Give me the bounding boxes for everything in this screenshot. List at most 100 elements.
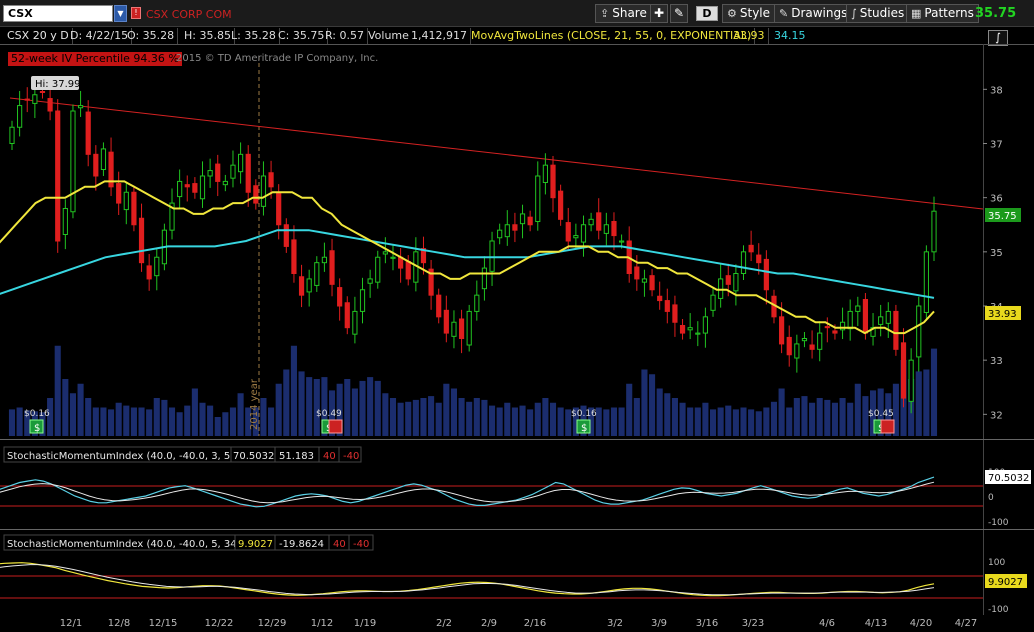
- volume-bar: [527, 409, 534, 436]
- candle: [855, 305, 861, 312]
- smi2-header: StochasticMomentumIndex (40.0, -40.0, 5,…: [3, 534, 374, 551]
- smi1-axis-zero: 0: [988, 493, 994, 503]
- volume-bar: [847, 402, 854, 436]
- candle: [199, 175, 206, 200]
- volume-bar: [138, 407, 145, 436]
- candle: [207, 170, 213, 177]
- smi1-line-b: [0, 481, 935, 504]
- volume-bar: [504, 402, 511, 436]
- candle: [786, 336, 792, 356]
- smi2-line-a: [0, 562, 935, 597]
- year-label: 2014 year: [249, 378, 260, 430]
- volume-bar: [351, 388, 358, 436]
- candle: [931, 210, 937, 253]
- candle: [847, 310, 853, 330]
- candle: [382, 251, 388, 255]
- volume-bar: [146, 409, 153, 436]
- volume-bar: [397, 402, 404, 436]
- candle: [375, 256, 381, 283]
- volume-bar: [709, 409, 717, 436]
- smi2-value-b: -19.8624: [279, 539, 324, 550]
- smi2-line-b: [0, 564, 935, 596]
- price-chart[interactable]: 2014 year Hi: 37.99 $0.16$$0.49$$0.16$$0…: [0, 0, 1034, 632]
- candle: [32, 94, 38, 104]
- volume-bar: [115, 402, 122, 436]
- smi1-title: StochasticMomentumIndex (40.0, -40.0, 3,…: [7, 451, 234, 462]
- volume-bar: [237, 393, 244, 436]
- volume-bar: [313, 379, 320, 436]
- earnings-icon[interactable]: [880, 419, 895, 434]
- volume-bar: [755, 411, 762, 436]
- volume-bar: [664, 393, 671, 436]
- volume-bar: [222, 412, 229, 436]
- candle: [618, 240, 625, 243]
- candle: [131, 191, 137, 226]
- smi1-line-a: [0, 476, 935, 508]
- candle: [634, 266, 640, 280]
- volume-bar: [748, 409, 755, 436]
- candle: [603, 224, 609, 234]
- candle: [291, 239, 297, 275]
- candle: [801, 338, 808, 342]
- volume-bar: [108, 409, 115, 436]
- volume-bar: [8, 409, 16, 436]
- candle: [489, 240, 495, 272]
- volume-bar: [702, 402, 709, 436]
- smi1-marker-text: 70.5032: [988, 473, 1029, 484]
- volume-bar: [725, 405, 732, 436]
- candle: [306, 278, 312, 293]
- smi1-header: StochasticMomentumIndex (40.0, -40.0, 3,…: [3, 446, 362, 463]
- volume-bar: [153, 398, 160, 436]
- smi2-axis-top: 100: [988, 558, 1005, 568]
- volume-bar: [344, 379, 351, 436]
- earnings-icon[interactable]: [328, 419, 343, 434]
- volume-bar: [458, 398, 465, 436]
- candle: [47, 98, 53, 112]
- volume-bar: [679, 402, 686, 436]
- smi2-axis-bottom: -100: [988, 605, 1009, 615]
- candle: [519, 213, 526, 225]
- date-tick-label: 2/2: [436, 618, 452, 629]
- volume-bar: [229, 407, 237, 436]
- date-tick-label: 4/13: [865, 618, 887, 629]
- candle: [763, 258, 769, 291]
- volume-bar: [473, 398, 480, 436]
- copyright-text: 2015 © TD Ameritrade IP Company, Inc.: [176, 53, 379, 64]
- candle: [314, 262, 320, 286]
- candle: [649, 275, 655, 291]
- candle: [710, 294, 716, 311]
- volume-bar: [930, 348, 938, 436]
- iv-percentile-badge: 52-week IV Percentile 94.36 %: [8, 52, 182, 66]
- candle: [558, 190, 564, 220]
- dollar-icon: $: [581, 423, 587, 434]
- volume-bar: [161, 399, 168, 436]
- candle: [481, 267, 488, 290]
- candle: [100, 148, 107, 171]
- candle: [718, 278, 724, 299]
- volume-bar: [633, 398, 640, 436]
- dividend-label: $0.16: [571, 409, 597, 419]
- candle: [672, 304, 678, 323]
- volume-bar: [275, 383, 282, 436]
- volume-bar: [54, 345, 61, 436]
- volume-bar: [412, 399, 419, 436]
- candle: [893, 310, 899, 350]
- candle: [9, 126, 15, 144]
- candle: [794, 343, 800, 359]
- candle: [817, 332, 823, 350]
- volume-bar: [184, 405, 191, 436]
- trendline[interactable]: [9, 97, 984, 210]
- volume-bar: [306, 377, 313, 436]
- volume-bar: [123, 405, 130, 436]
- candle: [664, 300, 670, 312]
- date-tick-label: 12/29: [258, 618, 287, 629]
- candle: [359, 289, 366, 312]
- candle: [862, 299, 869, 334]
- candle: [885, 310, 891, 324]
- price-tick-label: 35: [990, 248, 1003, 259]
- volume-bar: [816, 398, 823, 436]
- candle: [504, 224, 510, 238]
- candle: [146, 265, 152, 280]
- volume-bar: [511, 407, 518, 436]
- candle: [542, 164, 548, 184]
